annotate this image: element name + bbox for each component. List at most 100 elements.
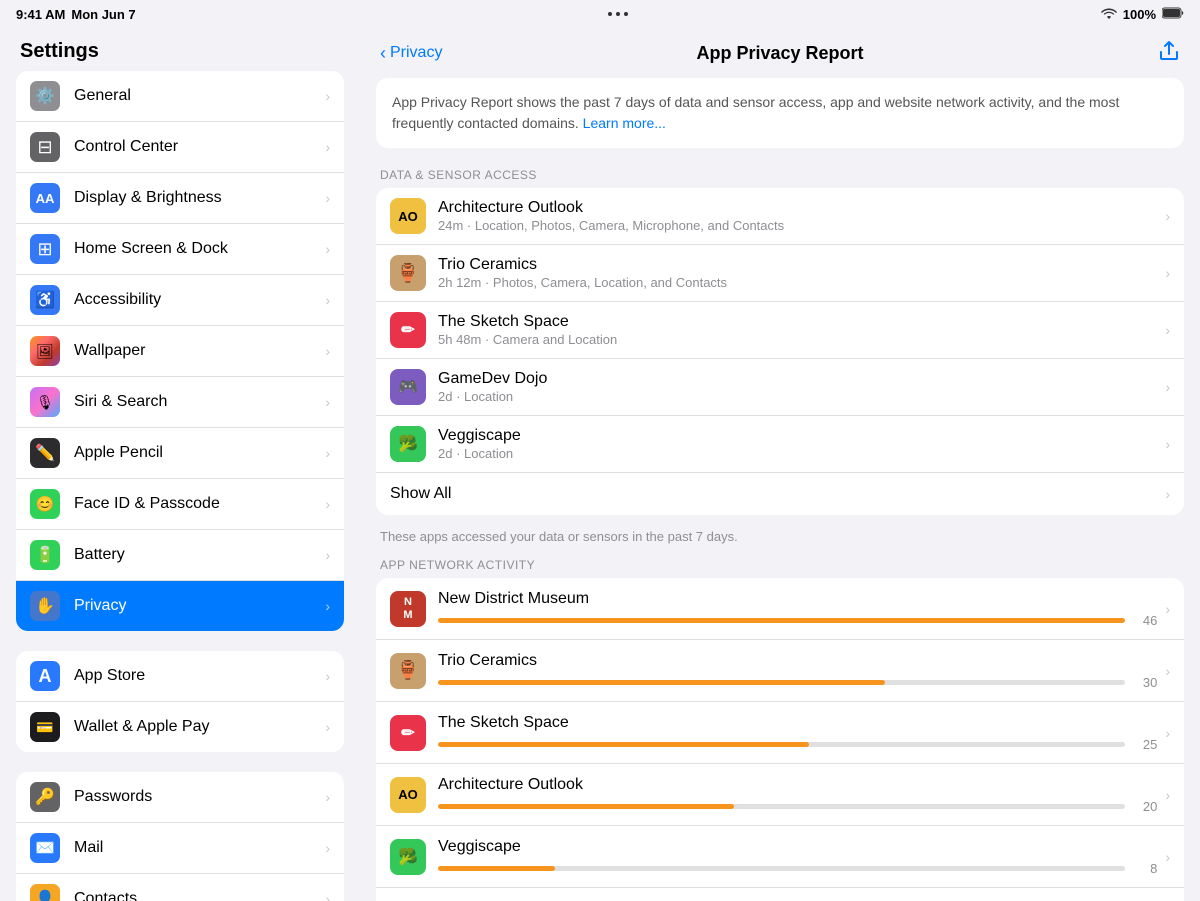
status-bar-center (608, 12, 628, 16)
sketch-content: The Sketch Space 5h 48m · Camera and Loc… (438, 313, 1157, 347)
trio2-content: Trio Ceramics 30 (438, 652, 1157, 690)
chevron-right-icon: › (325, 668, 330, 684)
sidebar-item-wallet[interactable]: 💳 Wallet & Apple Pay › (16, 702, 344, 752)
back-chevron-icon: ‹ (380, 43, 386, 64)
ao-content: Architecture Outlook 24m · Location, Pho… (438, 199, 1157, 233)
sidebar-item-battery-label: Battery (74, 546, 125, 564)
sidebar-item-faceid[interactable]: 😊 Face ID & Passcode › (16, 479, 344, 530)
chevron-right-icon: › (325, 394, 330, 410)
ao2-bar-row: 20 (438, 799, 1157, 814)
info-text: App Privacy Report shows the past 7 days… (392, 94, 1119, 131)
siri-icon: 🎙 (30, 387, 60, 417)
back-button[interactable]: ‹ Privacy (380, 43, 442, 64)
sidebar-item-general-label: General (74, 87, 131, 105)
sidebar-item-general[interactable]: ⚙️ General › (16, 71, 344, 122)
share-button[interactable] (1158, 38, 1180, 68)
trio2-bar-track (438, 680, 1125, 685)
veggie2-content: Veggiscape 8 (438, 838, 1157, 876)
home-screen-icon: ⊞ (30, 234, 60, 264)
sidebar-item-privacy[interactable]: ✋ Privacy › (16, 581, 344, 631)
ao2-bar-value: 20 (1133, 799, 1157, 814)
sidebar-item-accessibility[interactable]: ♿ Accessibility › (16, 275, 344, 326)
bar-item-veggie2[interactable]: 🥦 Veggiscape 8 › (376, 826, 1184, 888)
sidebar-item-display-label: Display & Brightness (74, 189, 222, 207)
detail-content: App Privacy Report shows the past 7 days… (360, 78, 1200, 901)
ndm-bar-fill (438, 618, 1125, 623)
sidebar: Settings ⚙️ General › ⊟ Control Center ›… (0, 28, 360, 901)
ndm-content: New District Museum 46 (438, 590, 1157, 628)
trio2-name: Trio Ceramics (438, 652, 1157, 670)
sidebar-group-3: 🔑 Passwords › ✉️ Mail › 👤 Contacts › 📅 C… (16, 772, 344, 901)
sidebar-item-appstore[interactable]: A App Store › (16, 651, 344, 702)
chevron-right-icon: › (325, 88, 330, 104)
sidebar-item-pencil[interactable]: ✏️ Apple Pencil › (16, 428, 344, 479)
show-all-sensor[interactable]: Show All › (376, 473, 1184, 515)
list-item-gamedev[interactable]: 🎮 GameDev Dojo 2d · Location › (376, 359, 1184, 416)
sketch2-app-icon: ✏ (390, 715, 426, 751)
passwords-icon: 🔑 (30, 782, 60, 812)
sidebar-item-mail[interactable]: ✉️ Mail › (16, 823, 344, 874)
show-all-network[interactable]: Show All › (376, 888, 1184, 901)
sidebar-item-siri-label: Siri & Search (74, 393, 167, 411)
chevron-icon: › (1165, 436, 1170, 452)
general-icon: ⚙️ (30, 81, 60, 111)
veggie2-bar-value: 8 (1133, 861, 1157, 876)
mail-icon: ✉️ (30, 833, 60, 863)
trio2-bar-value: 30 (1133, 675, 1157, 690)
sidebar-item-passwords[interactable]: 🔑 Passwords › (16, 772, 344, 823)
sidebar-item-wallpaper[interactable]: 🖼 Wallpaper › (16, 326, 344, 377)
chevron-icon: › (1165, 265, 1170, 281)
contacts-icon: 👤 (30, 884, 60, 901)
status-bar-right: 100% (1101, 7, 1184, 22)
veggie-name: Veggiscape (438, 427, 1157, 445)
sketch2-name: The Sketch Space (438, 714, 1157, 732)
sidebar-item-siri[interactable]: 🎙 Siri & Search › (16, 377, 344, 428)
sidebar-item-home-screen-label: Home Screen & Dock (74, 240, 228, 258)
veggie2-bar-row: 8 (438, 861, 1157, 876)
ao2-bar-fill (438, 804, 734, 809)
accessibility-icon: ♿ (30, 285, 60, 315)
app-network-label: APP NETWORK ACTIVITY (376, 558, 1184, 572)
sketch2-bar-row: 25 (438, 737, 1157, 752)
wallet-icon: 💳 (30, 712, 60, 742)
sidebar-item-control-center-label: Control Center (74, 138, 178, 156)
list-item-veggie1[interactable]: 🥦 Veggiscape 2d · Location › (376, 416, 1184, 473)
chevron-right-icon: › (325, 445, 330, 461)
ndm-app-icon: NM (390, 591, 426, 627)
ao-sub: 24m · Location, Photos, Camera, Micropho… (438, 218, 1157, 233)
sketch2-content: The Sketch Space 25 (438, 714, 1157, 752)
ndm-name: New District Museum (438, 590, 1157, 608)
ao2-app-icon: AO (390, 777, 426, 813)
trio2-bar-row: 30 (438, 675, 1157, 690)
veggie-sub: 2d · Location (438, 446, 1157, 461)
sidebar-item-control-center[interactable]: ⊟ Control Center › (16, 122, 344, 173)
chevron-right-icon: › (325, 891, 330, 901)
app-network-list: NM New District Museum 46 › � (376, 578, 1184, 901)
veggie2-app-icon: 🥦 (390, 839, 426, 875)
gamedev-name: GameDev Dojo (438, 370, 1157, 388)
bar-item-sketch2[interactable]: ✏ The Sketch Space 25 › (376, 702, 1184, 764)
data-sensor-label: DATA & SENSOR ACCESS (376, 168, 1184, 182)
list-item-sketch1[interactable]: ✏ The Sketch Space 5h 48m · Camera and L… (376, 302, 1184, 359)
sketch-app-icon: ✏ (390, 312, 426, 348)
bar-item-ao2[interactable]: AO Architecture Outlook 20 › (376, 764, 1184, 826)
chevron-right-icon: › (325, 496, 330, 512)
list-item-ao[interactable]: AO Architecture Outlook 24m · Location, … (376, 188, 1184, 245)
bar-item-trio2[interactable]: 🏺 Trio Ceramics 30 › (376, 640, 1184, 702)
time: 9:41 AM (16, 7, 65, 22)
list-item-trio1[interactable]: 🏺 Trio Ceramics 2h 12m · Photos, Camera,… (376, 245, 1184, 302)
sidebar-item-contacts[interactable]: 👤 Contacts › (16, 874, 344, 901)
learn-more-link[interactable]: Learn more... (583, 115, 666, 131)
sidebar-item-faceid-label: Face ID & Passcode (74, 495, 220, 513)
ao-app-icon: AO (390, 198, 426, 234)
privacy-icon: ✋ (30, 591, 60, 621)
sidebar-item-battery[interactable]: 🔋 Battery › (16, 530, 344, 581)
gamedev-app-icon: 🎮 (390, 369, 426, 405)
status-bar: 9:41 AM Mon Jun 7 100% (0, 0, 1200, 28)
battery-icon (1162, 7, 1184, 22)
chevron-icon: › (1165, 322, 1170, 338)
sidebar-item-display[interactable]: AA Display & Brightness › (16, 173, 344, 224)
chevron-right-icon: › (325, 343, 330, 359)
bar-item-ndm[interactable]: NM New District Museum 46 › (376, 578, 1184, 640)
sidebar-item-home-screen[interactable]: ⊞ Home Screen & Dock › (16, 224, 344, 275)
